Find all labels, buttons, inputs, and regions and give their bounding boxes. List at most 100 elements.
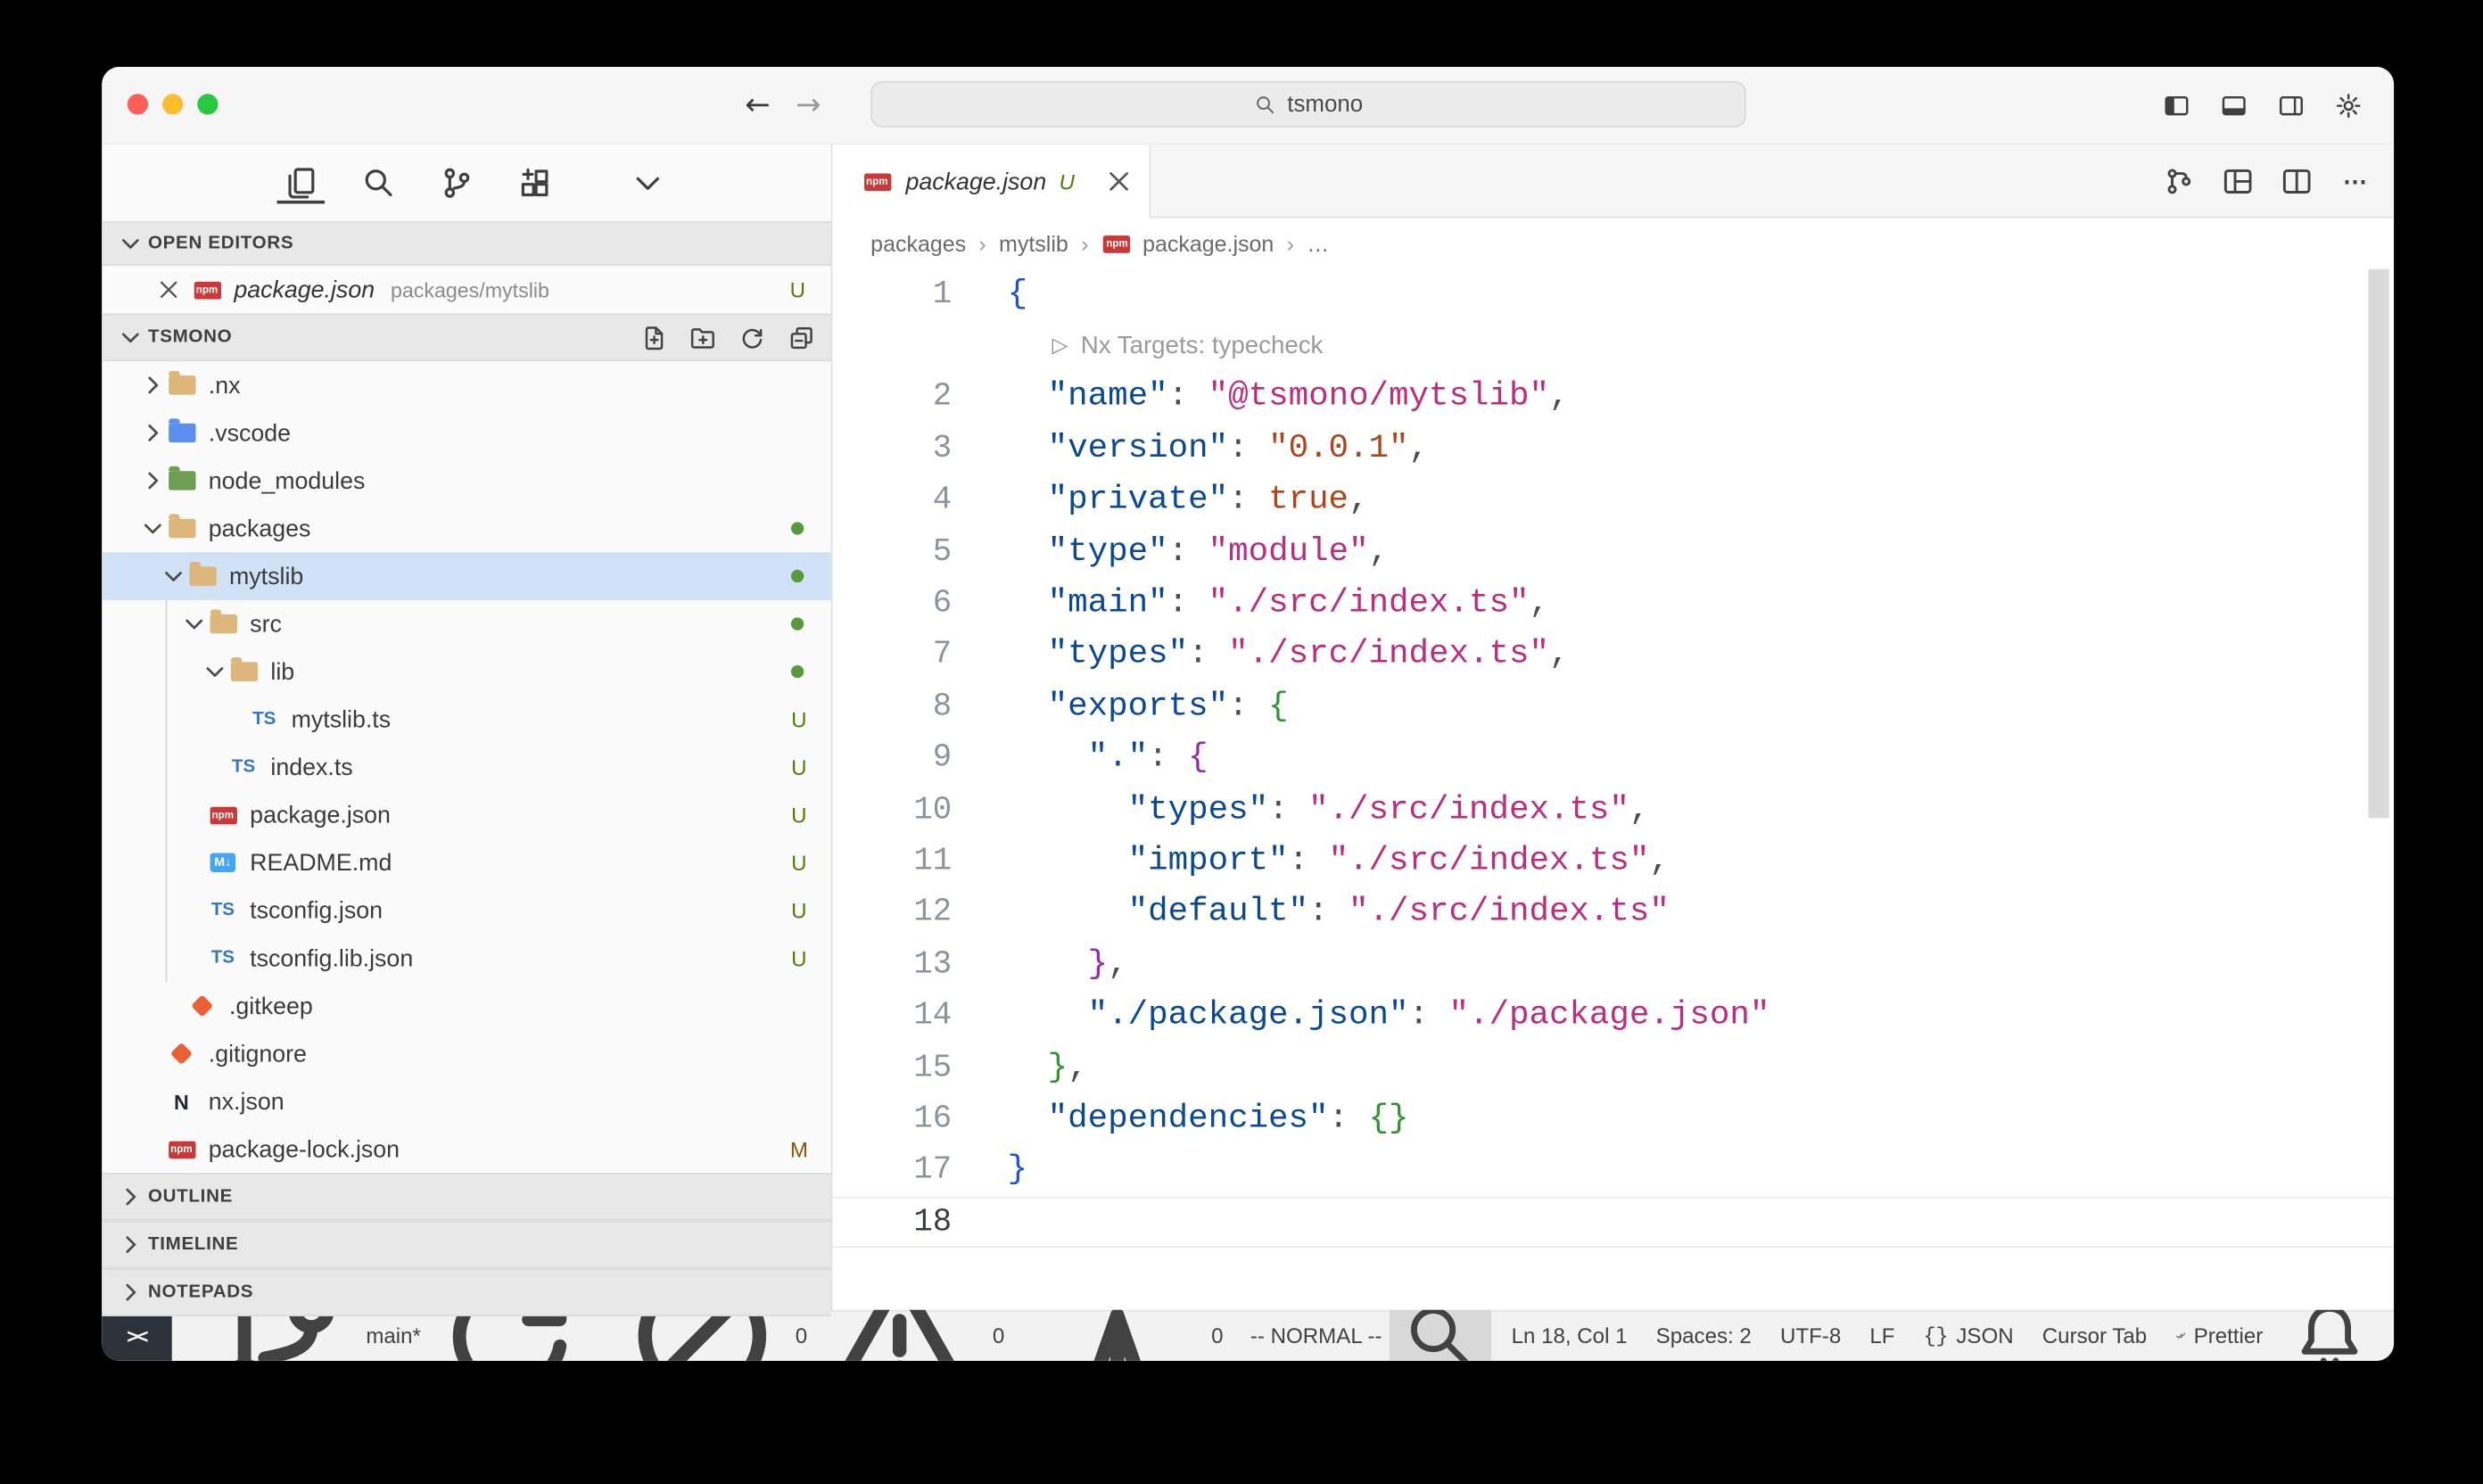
play-icon: ▷ <box>1052 334 1068 359</box>
panel-header-outline[interactable]: OUTLINE <box>102 1173 830 1221</box>
code-line-16: 16 "dependencies": {} <box>832 1093 2394 1145</box>
chevron-down-icon[interactable] <box>631 159 665 207</box>
tree-item-label: .vscode <box>209 419 291 446</box>
nx-icon: N <box>166 1087 198 1116</box>
split-editor-icon[interactable] <box>2281 165 2313 197</box>
code-editor[interactable]: 1{▷Nx Targets: typecheck2 "name": "@tsmo… <box>832 269 2394 1310</box>
explorer-header[interactable]: TSMONO <box>102 314 830 362</box>
line-number: 14 <box>832 998 1007 1035</box>
git-icon <box>186 992 219 1020</box>
codelens[interactable]: ▷Nx Targets: typecheck <box>832 320 2394 372</box>
tree-item-packages[interactable]: packages <box>102 505 830 553</box>
source-control-graph-icon[interactable] <box>2163 165 2195 197</box>
tree-item-vscode[interactable]: .vscode <box>102 409 830 458</box>
open-editors-header[interactable]: OPEN EDITORS <box>102 221 830 266</box>
open-editor-path: packages/mytslib <box>391 277 549 301</box>
scrollbar-thumb[interactable] <box>2369 269 2389 819</box>
tree-item-index-ts[interactable]: TSindex.tsU <box>102 743 830 791</box>
line-number: 13 <box>832 946 1007 983</box>
command-center[interactable]: tsmono <box>870 81 1746 128</box>
panel-header-timeline[interactable]: TIMELINE <box>102 1221 830 1269</box>
minimize-button[interactable] <box>162 94 183 114</box>
layout-panel-icon[interactable] <box>2221 92 2248 119</box>
code-line-8: 8 "exports": { <box>832 681 2394 733</box>
tree-item-tsconfig-json[interactable]: TStsconfig.jsonU <box>102 886 830 935</box>
new-file-icon[interactable] <box>639 324 666 350</box>
status-item-formatter[interactable]: Prettier <box>2167 1321 2271 1351</box>
tree-item-label: mytslib.ts <box>292 705 392 732</box>
explorer-files-icon[interactable] <box>284 159 318 207</box>
line-number: 15 <box>832 1050 1007 1086</box>
npm-icon: npm <box>207 801 239 829</box>
chevron-right-icon <box>118 1280 144 1306</box>
git-status-badge: U <box>788 851 810 875</box>
editor-group: npm package.json U ⋯ packages›mytslib›np… <box>832 144 2394 1309</box>
ts-icon: TS <box>207 896 239 925</box>
tree-item-gitkeep[interactable]: .gitkeep <box>102 982 830 1030</box>
tree-item-package-lock-json[interactable]: npmpackage-lock.jsonM <box>102 1125 830 1174</box>
refresh-icon[interactable] <box>738 324 765 350</box>
status-item-indentation[interactable]: Spaces: 2 <box>1648 1321 1760 1351</box>
status-item-language-mode[interactable]: {}JSON <box>1916 1321 2022 1351</box>
breadcrumb-separator: › <box>1081 231 1088 257</box>
breadcrumb-item-packages[interactable]: packages <box>870 231 966 257</box>
back-icon[interactable]: ← <box>745 87 770 122</box>
line-number: 2 <box>832 380 1007 416</box>
remote-indicator[interactable]: >< <box>102 1312 172 1361</box>
tree-item-package-json[interactable]: npmpackage.jsonU <box>102 791 830 839</box>
tree-item-nx[interactable]: .nx <box>102 361 830 409</box>
breadcrumb-item-package-json[interactable]: npmpackage.json <box>1101 229 1274 258</box>
chevron-down-icon <box>118 325 144 350</box>
tree-item-label: tsconfig.json <box>250 897 383 924</box>
status-item-vim-mode[interactable]: -- NORMAL -- <box>1242 1321 1390 1351</box>
status-bar: >< main*000-- NORMAL -- Ln 18, Col 1Spac… <box>102 1310 2394 1361</box>
extensions-icon[interactable] <box>517 159 552 207</box>
tab-git-badge: U <box>1059 169 1074 194</box>
tree-item-mytslib[interactable]: mytslib <box>102 552 830 600</box>
status-label: LF <box>1869 1324 1894 1348</box>
gear-icon[interactable] <box>2335 92 2362 119</box>
more-actions-icon[interactable]: ⋯ <box>2339 165 2372 197</box>
tree-item-lib[interactable]: lib <box>102 647 830 696</box>
collapse-all-icon[interactable] <box>788 324 814 350</box>
close-icon[interactable] <box>156 277 182 303</box>
customize-layout-icon[interactable] <box>2222 165 2254 197</box>
breadcrumb-item-mytslib[interactable]: mytslib <box>999 231 1068 257</box>
layout-sidebar-right-icon[interactable] <box>2278 92 2305 119</box>
status-item-cursor-tab[interactable]: Cursor Tab <box>2034 1321 2155 1351</box>
editor-toolbar: ⋯ <box>1151 144 2394 218</box>
tree-item-readme-md[interactable]: M↓README.mdU <box>102 838 830 886</box>
new-folder-icon[interactable] <box>689 324 716 350</box>
folder-icon <box>227 657 260 686</box>
open-editor-item[interactable]: npmpackage.jsonpackages/mytslibU <box>102 266 830 314</box>
tree-item-node-modules[interactable]: node_modules <box>102 457 830 505</box>
modified-dot <box>791 522 804 534</box>
search-icon[interactable] <box>361 159 396 207</box>
forward-icon[interactable]: → <box>796 87 821 122</box>
code-line-9: 9 ".": { <box>832 733 2394 785</box>
tree-item-src[interactable]: src <box>102 600 830 648</box>
tree-item-label: lib <box>270 658 294 685</box>
tree-item-mytslib-ts[interactable]: TSmytslib.tsU <box>102 696 830 744</box>
status-label: Ln 18, Col 1 <box>1512 1324 1628 1348</box>
layout-sidebar-left-icon[interactable] <box>2163 92 2190 119</box>
status-item-eol[interactable]: LF <box>1861 1321 1902 1351</box>
status-item-cursor-position[interactable]: Ln 18, Col 1 <box>1504 1321 1636 1351</box>
status-item-encoding[interactable]: UTF-8 <box>1772 1321 1849 1351</box>
zoom-button[interactable] <box>197 94 218 114</box>
git-status-badge: U <box>788 707 810 731</box>
close-icon[interactable] <box>1105 167 1134 195</box>
breadcrumb-item-[interactable]: … <box>1307 231 1329 257</box>
tree-item-tsconfig-lib-json[interactable]: TStsconfig.lib.jsonU <box>102 935 830 983</box>
panel-header-notepads[interactable]: NOTEPADS <box>102 1268 830 1316</box>
line-number: 11 <box>832 844 1007 880</box>
close-button[interactable] <box>128 94 148 114</box>
status-label: UTF-8 <box>1780 1324 1841 1348</box>
tree-item-gitignore[interactable]: .gitignore <box>102 1030 830 1078</box>
chevron-right-icon <box>140 468 166 494</box>
line-number: 17 <box>832 1153 1007 1190</box>
npm-icon: npm <box>861 167 893 195</box>
tab-package-json[interactable]: npm package.json U <box>832 144 1151 218</box>
source-control-icon[interactable] <box>440 159 474 207</box>
tree-item-nx-json[interactable]: Nnx.json <box>102 1077 830 1125</box>
